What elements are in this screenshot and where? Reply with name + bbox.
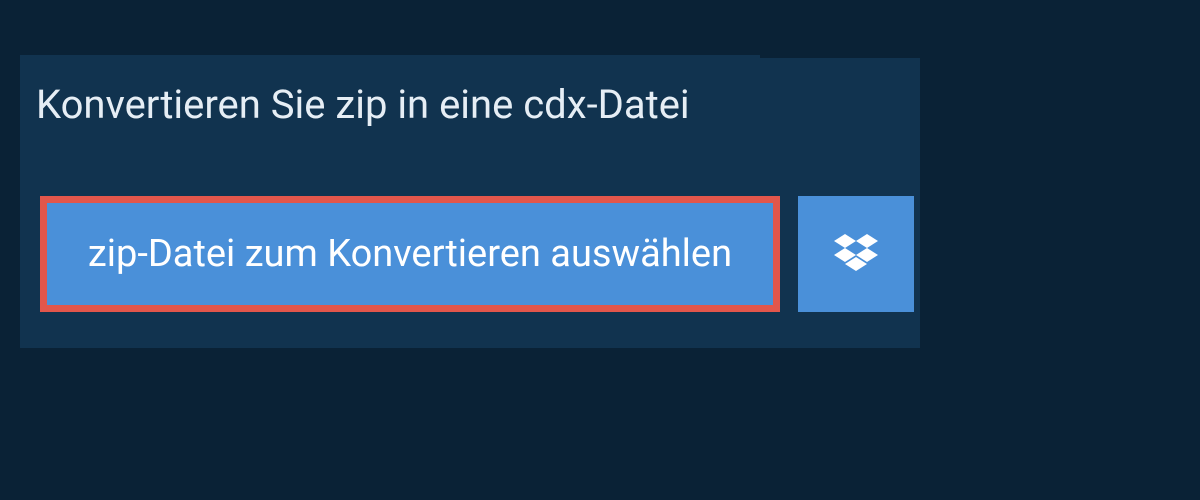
converter-panel: Konvertieren Sie zip in eine cdx-Datei z… [20,58,920,348]
action-row: zip-Datei zum Konvertieren auswählen [40,196,914,312]
file-select-button[interactable]: zip-Datei zum Konvertieren auswählen [40,196,780,312]
file-select-label: zip-Datei zum Konvertieren auswählen [88,232,732,276]
dropbox-icon [834,234,878,274]
title-tab: Konvertieren Sie zip in eine cdx-Datei [20,55,760,153]
dropbox-button[interactable] [798,196,914,312]
page-title: Konvertieren Sie zip in eine cdx-Datei [36,81,690,128]
